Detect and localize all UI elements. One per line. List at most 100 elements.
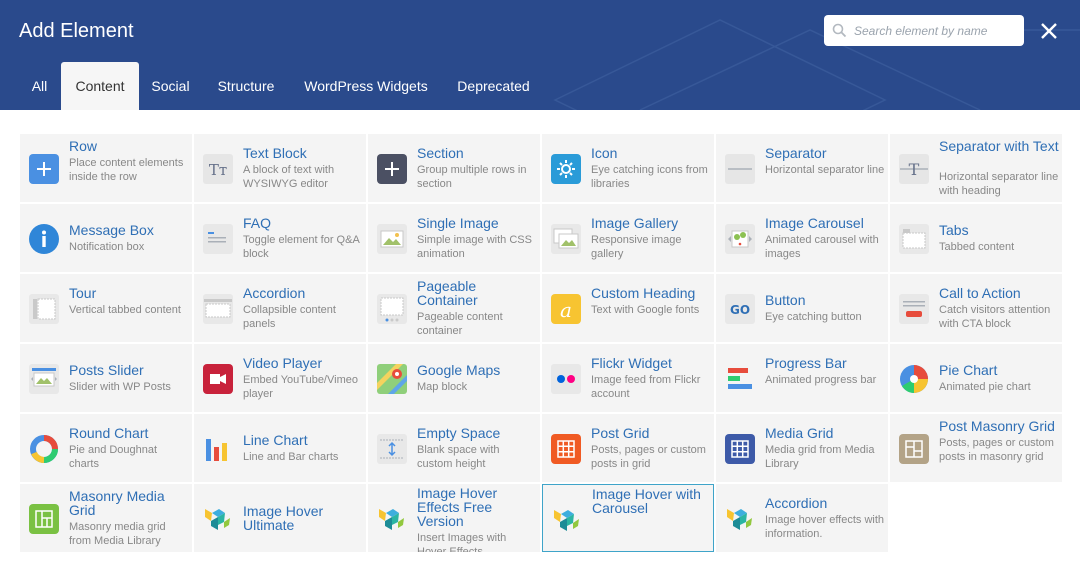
faq-icon	[202, 223, 234, 255]
element-name: Pie Chart	[939, 362, 998, 378]
tab-social[interactable]: Social	[139, 62, 202, 110]
carousel-icon	[724, 223, 756, 255]
custom-heading-icon: a	[550, 293, 582, 325]
element-pageable-container[interactable]: Pageable Container Pageable content conta…	[368, 274, 540, 342]
element-google-maps[interactable]: Google Maps Map block	[368, 344, 540, 412]
search-box[interactable]	[824, 15, 1024, 46]
element-description: Embed YouTube/Vimeo player	[243, 374, 358, 400]
search-input[interactable]	[854, 15, 1019, 46]
element-name: Icon	[591, 145, 618, 161]
element-name: Single Image	[417, 215, 499, 231]
element-video-player[interactable]: Video Player Embed YouTube/Vimeo player	[194, 344, 366, 412]
post-masonry-icon	[898, 433, 930, 465]
svg-text:Tт: Tт	[209, 161, 227, 179]
element-name: Accordion	[765, 495, 828, 511]
element-description: A block of text with WYSIWYG editor	[243, 164, 335, 190]
element-name: Tour	[69, 285, 97, 301]
element-progress-bar[interactable]: Progress Bar Animated progress bar	[716, 344, 888, 412]
element-name: Post Masonry Grid	[939, 418, 1055, 434]
element-name: Empty Space	[417, 425, 501, 441]
element-name: Image Hover Effects Free Version	[417, 485, 498, 529]
tabs-icon	[898, 223, 930, 255]
element-name: Video Player	[243, 355, 323, 371]
element-message-box[interactable]: Message Box Notification box	[20, 204, 192, 272]
element-separator-with-text[interactable]: T Separator with Text Horizontal separator…	[890, 134, 1062, 202]
element-tour[interactable]: Tour Vertical tabbed content	[20, 274, 192, 342]
element-flickr-widget[interactable]: Flickr Widget Image feed from Flickr acco…	[542, 344, 714, 412]
element-empty-space[interactable]: Empty Space Blank space with custom heigh…	[368, 414, 540, 482]
element-pie-chart[interactable]: Pie Chart Animated pie chart	[890, 344, 1062, 412]
element-name: Row	[69, 138, 98, 154]
element-image-carousel[interactable]: Image Carousel Animated carousel with ima…	[716, 204, 888, 272]
element-text-block[interactable]: Tт Text Block A block of text with WYSIWYG…	[194, 134, 366, 202]
masonry-media-icon	[28, 503, 60, 535]
element-name: Image Gallery	[591, 215, 679, 231]
vc-logo-icon	[376, 503, 408, 535]
element-accordion[interactable]: Accordion Image hover effects with inform…	[716, 484, 888, 552]
plus-dark-icon	[376, 153, 408, 185]
element-section[interactable]: Section Group multiple rows in section	[368, 134, 540, 202]
element-description: Simple image with CSS animation	[417, 234, 532, 260]
element-line-chart[interactable]: Line Chart Line and Bar charts	[194, 414, 366, 482]
element-media-grid[interactable]: Media Grid Media grid from Media Library	[716, 414, 888, 482]
element-masonry-media-grid[interactable]: Masonry Media Grid Masonry media grid fro…	[20, 484, 192, 552]
separator-text-icon: T	[898, 153, 930, 185]
element-round-chart[interactable]: Round Chart Pie and Doughnat charts	[20, 414, 192, 482]
tab-structure[interactable]: Structure	[202, 62, 290, 110]
element-name: Line Chart	[243, 432, 308, 448]
element-name: Google Maps	[417, 362, 501, 378]
element-description: Responsive image gallery	[591, 234, 682, 260]
element-name: Media Grid	[765, 425, 834, 441]
element-description: Line and Bar charts	[243, 451, 339, 463]
element-post-masonry-grid[interactable]: Post Masonry Grid Posts, pages or custom …	[890, 414, 1062, 482]
element-description: Media grid from Media Library	[765, 444, 875, 470]
element-name: Masonry Media Grid	[69, 488, 165, 518]
svg-text:T: T	[909, 160, 920, 179]
accordion-icon	[202, 293, 234, 325]
tab-deprecated[interactable]: Deprecated	[442, 62, 545, 110]
element-tabs[interactable]: Tabs Tabbed content	[890, 204, 1062, 272]
round-chart-icon	[28, 433, 60, 465]
tab-all[interactable]: All	[18, 62, 61, 110]
element-name: FAQ	[243, 215, 272, 231]
empty-space-icon	[376, 433, 408, 465]
element-faq[interactable]: FAQ Toggle element for Q&A block	[194, 204, 366, 272]
element-posts-slider[interactable]: Posts Slider Slider with WP Posts	[20, 344, 192, 412]
element-description: Horizontal separator line with heading	[939, 171, 1059, 197]
tab-wordpress-widgets[interactable]: WordPress Widgets	[290, 62, 442, 110]
element-description: Horizontal separator line	[765, 164, 885, 176]
element-description: Place content elements inside the row	[69, 157, 184, 183]
element-row[interactable]: Row Place content elements inside the row	[20, 134, 192, 202]
element-description: Text with Google fonts	[591, 304, 700, 316]
element-button[interactable]: GO Button Eye catching button	[716, 274, 888, 342]
element-icon[interactable]: Icon Eye catching icons from libraries	[542, 134, 714, 202]
pie-chart-icon	[898, 363, 930, 395]
element-name: Progress Bar	[765, 355, 847, 371]
svg-text:a: a	[560, 298, 572, 322]
element-description: Image hover effects with information.	[765, 514, 885, 540]
element-post-grid[interactable]: Post Grid Posts, pages or custom posts in…	[542, 414, 714, 482]
element-image-hover-with-carousel[interactable]: Image Hover with Carousel	[542, 484, 714, 552]
element-single-image[interactable]: Single Image Simple image with CSS animat…	[368, 204, 540, 272]
text-block-icon: Tт	[202, 153, 234, 185]
element-name: Separator with Text	[939, 138, 1059, 154]
element-image-hover-ultimate[interactable]: Image Hover Ultimate	[194, 484, 366, 552]
element-custom-heading[interactable]: a Custom Heading Text with Google fonts	[542, 274, 714, 342]
element-description: Animated pie chart	[939, 381, 1031, 393]
close-icon[interactable]	[1038, 20, 1060, 42]
element-image-gallery[interactable]: Image Gallery Responsive image gallery	[542, 204, 714, 272]
element-description: Slider with WP Posts	[69, 381, 171, 393]
element-name: Post Grid	[591, 425, 650, 441]
element-call-to-action[interactable]: Call to Action Catch visitors attention w…	[890, 274, 1062, 342]
element-name: Section	[417, 145, 464, 161]
element-description: Image feed from Flickr account	[591, 374, 701, 400]
element-name: Round Chart	[69, 425, 149, 441]
tab-content[interactable]: Content	[61, 62, 139, 110]
element-description: Eye catching icons from libraries	[591, 164, 708, 190]
element-image-hover-effects-free-version[interactable]: Image Hover Effects Free Version Insert I…	[368, 484, 540, 552]
element-accordion[interactable]: Accordion Collapsible content panels	[194, 274, 366, 342]
element-name: Message Box	[69, 222, 154, 238]
cta-icon	[898, 293, 930, 325]
element-description: Masonry media grid from Media Library	[69, 521, 166, 547]
element-separator[interactable]: Separator Horizontal separator line	[716, 134, 888, 202]
